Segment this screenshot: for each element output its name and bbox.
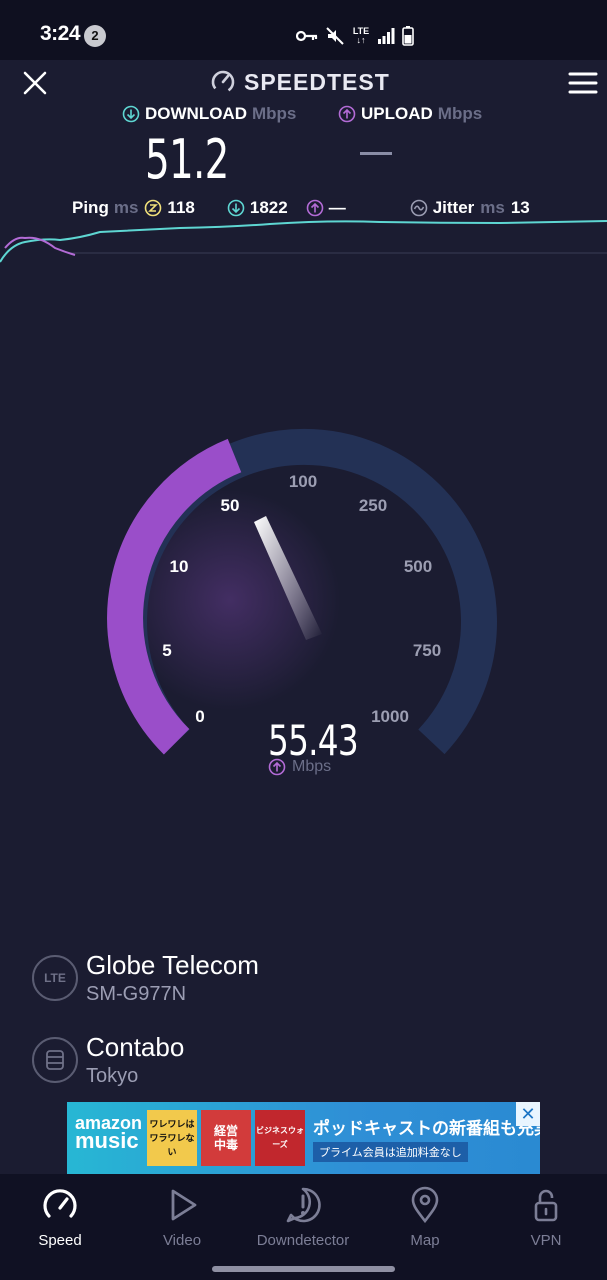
ad-headline: ポッドキャストの新番組も充実 [313,1119,540,1138]
lte-badge-icon: LTE [32,955,78,1001]
download-header: DOWNLOAD Mbps [122,104,296,124]
bottom-navigation: Speed Video Downdetector Map VPN [0,1174,607,1280]
brand-name: SPEEDTEST [244,68,390,95]
battery-icon [402,26,414,46]
home-indicator[interactable] [212,1266,395,1272]
upload-header: UPLOAD Mbps [338,104,482,124]
notification-badge: 2 [84,25,106,47]
play-icon [171,1189,197,1221]
nav-vpn[interactable]: VPN [486,1186,606,1249]
device-model: SM-G977N [86,983,187,1005]
upload-value-placeholder [360,152,392,155]
nav-speed-label: Speed [38,1232,82,1249]
upload-unit: Mbps [437,104,483,123]
menu-button[interactable] [568,72,598,94]
close-button[interactable] [20,68,50,98]
upload-arrow-icon [338,105,356,123]
gauge-tick-5: 5 [162,641,171,660]
ad-banner[interactable]: amazon music ワレワレは ワラワレない 経営 中毒 ビジネスウォーズ ポ… [67,1102,540,1174]
server-stack-icon [46,1050,64,1070]
provider-info[interactable]: LTE Globe Telecom SM-G977N [32,950,259,1006]
nav-downdetector-label: Downdetector [256,1232,350,1249]
status-icons: LTE ↓↑ [296,24,414,48]
server-name: Contabo [86,1032,185,1062]
gauge-tick-750: 750 [413,641,441,660]
ad-close-button[interactable]: ✕ [516,1102,540,1126]
gauge-tick-250: 250 [359,496,387,515]
gauge-tick-50: 50 [221,496,240,515]
nav-map[interactable]: Map [365,1186,485,1249]
lte-icon: LTE ↓↑ [352,26,370,45]
map-pin-icon [411,1186,439,1224]
status-time: 3:24 [40,22,81,45]
server-icon [32,1037,78,1083]
ad-subline: プライム会員は追加料金なし [313,1142,468,1162]
upload-arrow-icon [268,758,286,776]
gauge-tick-0: 0 [195,707,204,726]
nav-video[interactable]: Video [122,1186,242,1249]
gauge-tick-100: 100 [289,472,317,491]
nav-downdetector[interactable]: Downdetector [243,1186,363,1249]
gauge-tick-10: 10 [170,557,189,576]
menu-icon [568,72,598,94]
provider-name: Globe Telecom [86,950,259,980]
upload-label: UPLOAD [361,104,433,123]
alert-icon [286,1187,321,1223]
gauge-tick-500: 500 [404,557,432,576]
nav-vpn-label: VPN [530,1232,562,1249]
server-info[interactable]: Contabo Tokyo [32,1032,184,1088]
network-type-label: LTE [352,26,370,36]
ad-logo-line2: music [75,1128,139,1153]
speed-unit-label: Mbps [292,758,332,775]
nav-speed[interactable]: Speed [0,1186,120,1249]
download-arrow-icon [122,105,140,123]
mute-icon [326,27,344,45]
download-label: DOWNLOAD [145,104,247,123]
lock-icon [534,1189,558,1222]
nav-video-label: Video [162,1232,202,1249]
signal-icon [378,28,395,44]
gauge-tick-1000: 1000 [371,707,409,726]
close-icon [23,71,47,95]
speedtest-logo-icon [211,70,235,94]
brand-logo: SPEEDTEST [210,66,390,98]
speed-trend-graph [0,220,607,263]
speed-icon [43,1189,77,1218]
ad-podcast-thumb-2: 経営 中毒 [201,1110,251,1166]
download-value: 51.2 [145,128,229,191]
server-location: Tokyo [86,1065,139,1087]
amazon-music-logo: amazon music [75,1114,142,1153]
status-bar: 3:24 2 LTE ↓↑ [0,0,607,60]
current-speed-unit: Mbps [268,758,331,776]
download-trend-line [0,220,607,263]
download-unit: Mbps [251,104,297,123]
nav-map-label: Map [410,1232,440,1249]
ad-podcast-thumb-1: ワレワレは ワラワレない [147,1110,197,1166]
key-icon [296,30,318,42]
ad-podcast-thumb-3: ビジネスウォーズ [255,1110,305,1166]
provider-badge-label: LTE [44,971,66,985]
